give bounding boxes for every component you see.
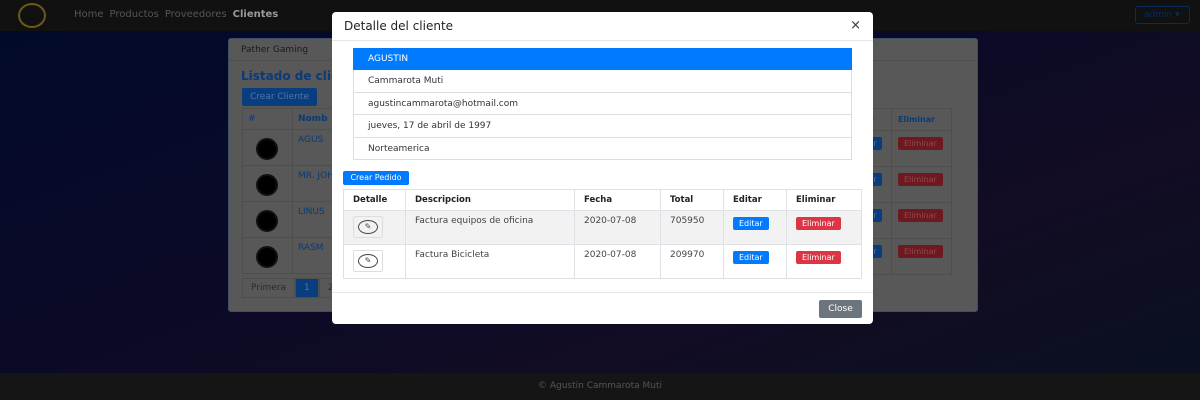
col-header: # [242,108,293,130]
client-last-name: Cammarota Muti [353,70,852,93]
order-description: Factura Bicicleta [405,244,575,279]
table-row: ✎ Factura equipos de oficina 2020-07-08 … [343,210,862,245]
nav-productos[interactable]: Productos [110,9,159,20]
avatar-icon [256,138,278,160]
invoice-detail-icon[interactable]: ✎ [353,216,383,238]
col-eliminar: Eliminar [786,189,862,211]
edit-order-button[interactable]: Editar [733,251,769,264]
client-birthdate: jueves, 17 de abril de 1997 [353,115,852,138]
footer: © Agustin Cammarota Muti [0,373,1200,400]
create-client-button[interactable]: Crear Cliente [242,88,317,106]
delete-order-button[interactable]: Eliminar [796,217,841,230]
col-total: Total [660,189,724,211]
col-editar: Editar [723,189,787,211]
clients-title: Listado de clie [241,69,340,83]
order-total: 209970 [660,244,724,279]
user-name: admin [1144,10,1173,20]
modal-header: Detalle del cliente × [332,12,873,41]
col-descripcion: Descripcion [405,189,575,211]
avatar-icon [256,174,278,196]
pagination: Primera 1 2 [242,278,343,298]
delete-client-button[interactable]: Eliminar [898,173,943,186]
order-date: 2020-07-08 [574,210,661,245]
col-header: Eliminar [891,108,952,131]
nav-clientes[interactable]: Clientes [233,9,279,20]
close-icon[interactable]: × [850,18,861,33]
caret-down-icon: ▾ [1175,10,1180,20]
client-first-name: AGUSTIN [353,48,852,71]
edit-order-button[interactable]: Editar [733,217,769,230]
modal-footer-divider [332,292,873,293]
nav-home[interactable]: Home [74,9,104,20]
order-total: 705950 [660,210,724,245]
table-row: ✎ Factura Bicicleta 2020-07-08 209970 Ed… [343,244,862,279]
avatar-icon [256,246,278,268]
close-button[interactable]: Close [819,300,862,318]
create-order-button[interactable]: Crear Pedido [343,171,409,185]
delete-client-button[interactable]: Eliminar [898,209,943,222]
avatar-icon [256,210,278,232]
nav-proveedores[interactable]: Proveedores [165,9,227,20]
client-info-list: AGUSTIN Cammarota Muti agustincammarota@… [353,48,852,160]
col-fecha: Fecha [574,189,661,211]
client-email: agustincammarota@hotmail.com [353,92,852,116]
order-date: 2020-07-08 [574,244,661,279]
orders-table: Detalle Descripcion Fecha Total Editar E… [343,189,862,279]
delete-client-button[interactable]: Eliminar [898,245,943,258]
page-1[interactable]: 1 [295,278,319,298]
user-menu-button[interactable]: admin ▾ [1135,6,1190,24]
modal-title: Detalle del cliente [344,19,454,33]
page-first[interactable]: Primera [242,278,295,298]
delete-client-button[interactable]: Eliminar [898,137,943,150]
invoice-detail-icon[interactable]: ✎ [353,250,383,272]
client-detail-modal: Detalle del cliente × AGUSTIN Cammarota … [332,12,873,324]
delete-order-button[interactable]: Eliminar [796,251,841,264]
col-detalle: Detalle [343,189,406,211]
order-description: Factura equipos de oficina [405,210,575,245]
logo[interactable] [18,3,46,28]
client-region: Norteamerica [353,137,852,160]
